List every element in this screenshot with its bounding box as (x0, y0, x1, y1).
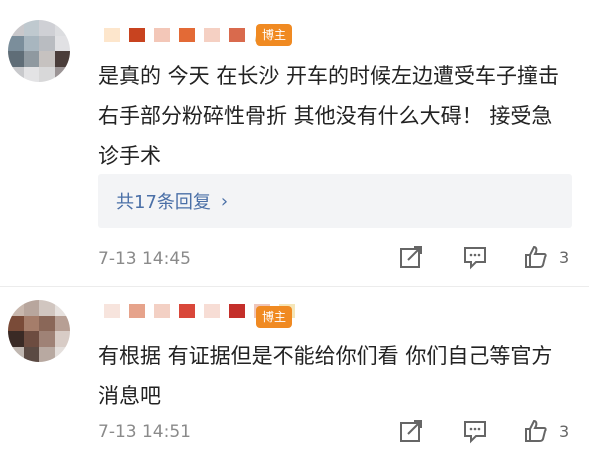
like-icon[interactable] (523, 418, 549, 444)
share-icon[interactable] (398, 244, 424, 270)
view-replies-button[interactable]: 共17条回复 › (98, 174, 572, 228)
avatar[interactable] (8, 20, 70, 82)
share-icon[interactable] (398, 418, 424, 444)
like-count: 3 (559, 422, 570, 441)
chevron-right-icon: › (220, 190, 229, 212)
divider (0, 286, 589, 287)
comment-icon[interactable] (462, 418, 488, 444)
like-icon[interactable] (523, 244, 549, 270)
comment-timestamp: 7-13 14:51 (98, 422, 191, 442)
avatar[interactable] (8, 300, 70, 362)
comment-text: 是真的 今天 在长沙 开车的时候左边遭受车子撞击 右手部分粉碎性骨折 其他没有什… (98, 64, 566, 168)
like-count: 3 (559, 248, 570, 267)
author-badge: 博主 (256, 24, 293, 46)
comment-icon[interactable] (462, 244, 488, 270)
comment-timestamp: 7-13 14:45 (98, 249, 191, 269)
replies-label: 共17条回复 (116, 192, 211, 213)
comment-text: 有根据 有证据但是不能给你们看 你们自己等官方消息吧 (98, 344, 553, 408)
username-pixelated[interactable] (104, 26, 276, 44)
author-badge: 博主 (256, 306, 293, 328)
